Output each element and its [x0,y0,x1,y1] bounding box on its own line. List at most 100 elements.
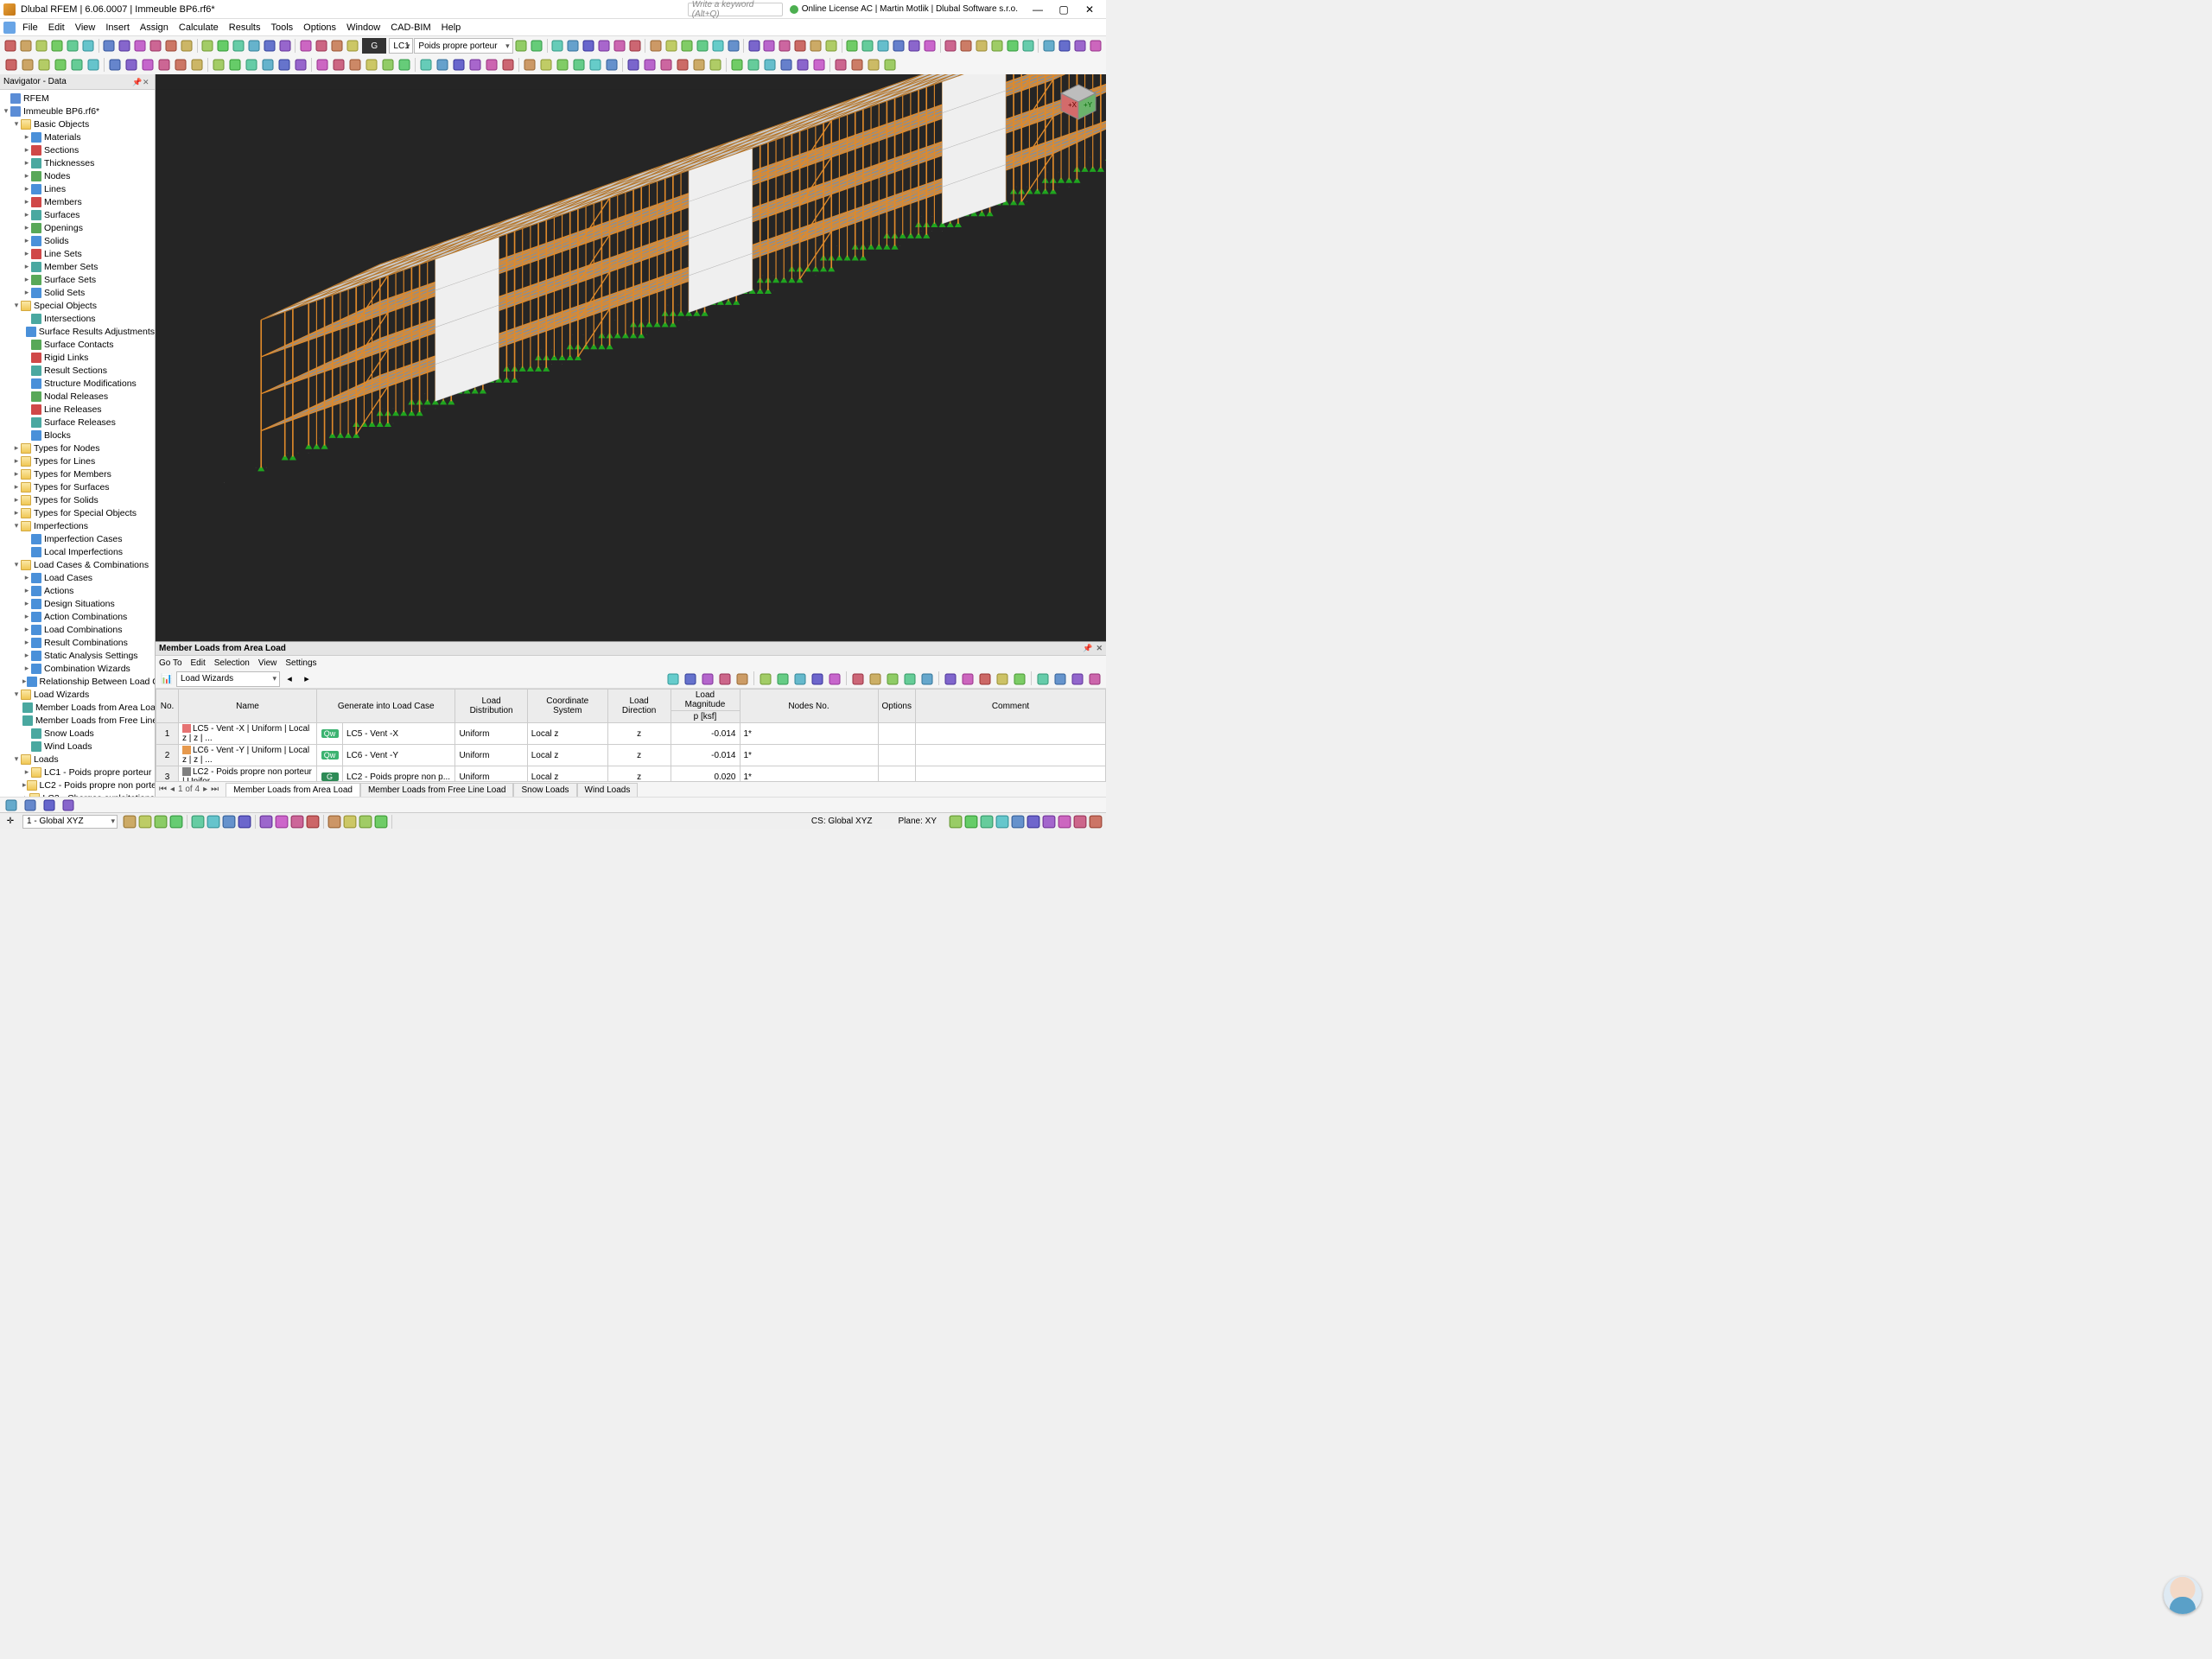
tree-types-1[interactable]: ▸Types for Lines [0,454,155,467]
status-right-4[interactable] [1011,815,1025,829]
tree-lw-2[interactable]: Snow Loads [0,727,155,740]
panel-tool-22[interactable] [1070,671,1085,687]
tr1-btn-51[interactable] [989,38,1004,54]
tr2-btn-45[interactable] [779,57,794,73]
tr1-btn-5[interactable] [81,38,96,54]
close-button[interactable]: ✕ [1077,1,1103,18]
tr2-btn-9[interactable] [156,57,172,73]
tr1-btn-33[interactable] [695,38,709,54]
tr1-btn-56[interactable] [1072,38,1087,54]
tr2-btn-27[interactable] [467,57,483,73]
tr2-btn-33[interactable] [571,57,587,73]
tr2-btn-36[interactable] [626,57,641,73]
panel-tool-7[interactable] [792,671,808,687]
tree-special-5[interactable]: Structure Modifications [0,377,155,390]
panel-tab-1[interactable]: Member Loads from Free Line Load [360,783,514,797]
status-right-2[interactable] [980,815,994,829]
table-filter-icon[interactable]: 📊 [159,671,175,687]
app-menu-icon[interactable] [3,22,16,34]
tree-basic-3[interactable]: ▸Nodes [0,169,155,182]
lc-name-combo[interactable]: Poids propre porteur [414,38,512,54]
tr2-btn-47[interactable] [811,57,827,73]
viewstrip-btn-2[interactable] [41,798,57,813]
tr2-btn-16[interactable] [276,57,292,73]
table-category-combo[interactable]: Load Wizards [176,671,280,687]
tr1-btn-39[interactable] [793,38,808,54]
tree-special-6[interactable]: Nodal Releases [0,390,155,403]
tree-imperf-0[interactable]: Imperfection Cases [0,532,155,545]
menu-tools[interactable]: Tools [265,21,298,35]
tree-basic-6[interactable]: ▸Surfaces [0,208,155,221]
status-right-0[interactable] [949,815,963,829]
tree-lw-3[interactable]: Wind Loads [0,740,155,753]
tr1-btn-29[interactable] [627,38,642,54]
tr1-btn-48[interactable] [944,38,958,54]
viewstrip-btn-0[interactable] [3,798,19,813]
tree-types-2[interactable]: ▸Types for Members [0,467,155,480]
tr1-btn-38[interactable] [778,38,792,54]
tree-basic-8[interactable]: ▸Solids [0,234,155,247]
table-grid[interactable]: No.NameGenerate into Load CaseLoad Distr… [156,689,1106,781]
tr2-btn-24[interactable] [418,57,434,73]
tree-basic-5[interactable]: ▸Members [0,195,155,208]
tr2-btn-32[interactable] [555,57,570,73]
tree-special-2[interactable]: Surface Contacts [0,338,155,351]
tr1-btn-7[interactable] [118,38,132,54]
status-tool-1[interactable] [138,815,152,829]
tree-lcc-5[interactable]: ▸Result Combinations [0,636,155,649]
tree-loads[interactable]: ▾Loads [0,753,155,766]
tree-load-0[interactable]: ▸LC1 - Poids propre porteur [0,766,155,779]
tr1-btn-18[interactable] [298,38,313,54]
tr1-btn-16[interactable] [262,38,276,54]
tr2-btn-46[interactable] [795,57,810,73]
panel-tool-21[interactable] [1052,671,1068,687]
tr2-btn-8[interactable] [140,57,156,73]
tr1-btn-55[interactable] [1057,38,1071,54]
tr1-btn-30[interactable] [648,38,663,54]
tr1-btn-19[interactable] [314,38,328,54]
tr1-btn-17[interactable] [277,38,292,54]
tr2-btn-19[interactable] [331,57,346,73]
tree-lcc-1[interactable]: ▸Actions [0,584,155,597]
tree-load-wizards[interactable]: ▾Load Wizards [0,688,155,701]
tree-basic-objects[interactable]: ▾Basic Objects [0,118,155,130]
panel-tool-3[interactable] [717,671,733,687]
status-tool-0[interactable] [123,815,137,829]
tree-lcc[interactable]: ▾Load Cases & Combinations [0,558,155,571]
tree-special-9[interactable]: Blocks [0,429,155,442]
panel-tool-6[interactable] [775,671,791,687]
tr2-btn-38[interactable] [658,57,674,73]
tr1-btn-6[interactable] [102,38,117,54]
status-tool-12[interactable] [327,815,341,829]
tree-special-4[interactable]: Result Sections [0,364,155,377]
tr1-btn-47[interactable] [923,38,938,54]
tr2-btn-43[interactable] [746,57,761,73]
tr1-btn-26[interactable] [581,38,595,54]
tr1-btn-28[interactable] [612,38,626,54]
tr1-btn-52[interactable] [1005,38,1020,54]
tr1-btn-40[interactable] [809,38,823,54]
tree-lw-1[interactable]: Member Loads from Free Line Load [0,714,155,727]
panel-tool-20[interactable] [1035,671,1051,687]
panel-tool-8[interactable] [810,671,825,687]
tr1-btn-46[interactable] [907,38,922,54]
table-row[interactable]: 2 LC6 - Vent -Y | Uniform | Local z | z … [156,745,1106,766]
status-tool-11[interactable] [306,815,320,829]
tree-special-0[interactable]: Intersections [0,312,155,325]
tr1-btn-21[interactable] [345,38,359,54]
tr1-btn-57[interactable] [1088,38,1103,54]
tr2-btn-49[interactable] [849,57,865,73]
minimize-button[interactable]: — [1025,1,1051,18]
tr2-btn-31[interactable] [538,57,554,73]
tr2-btn-7[interactable] [124,57,139,73]
menu-options[interactable]: Options [298,21,341,35]
tr2-btn-1[interactable] [20,57,35,73]
tr2-btn-30[interactable] [522,57,537,73]
tr2-btn-20[interactable] [347,57,363,73]
panel-tool-9[interactable] [827,671,842,687]
panel-tool-0[interactable] [665,671,681,687]
status-tool-2[interactable] [154,815,168,829]
tr1-btn-14[interactable] [231,38,245,54]
navigator-close-icon[interactable]: ✕ [143,78,151,86]
status-tool-10[interactable] [290,815,304,829]
